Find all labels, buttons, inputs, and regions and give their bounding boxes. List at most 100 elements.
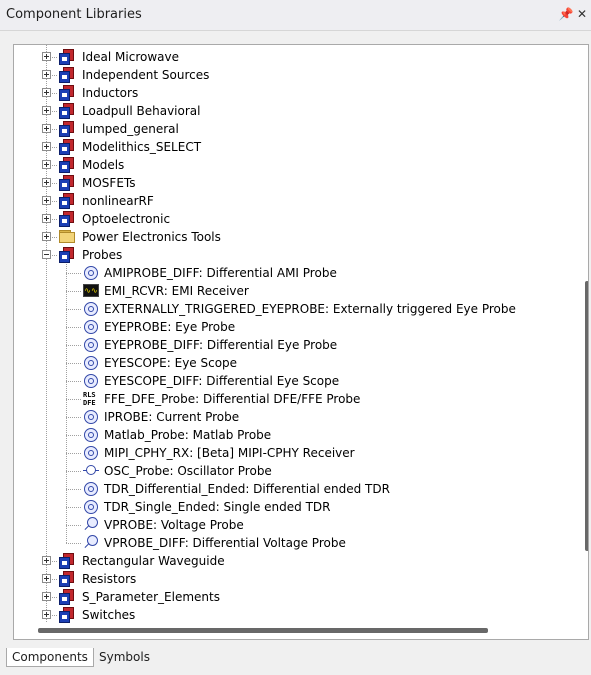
tree-node[interactable]: Inductors <box>14 84 579 102</box>
expand-toggle[interactable] <box>42 160 51 169</box>
tree-leaf-label: FFE_DFE_Probe: Differential DFE/FFE Prob… <box>104 392 361 406</box>
tree-node[interactable]: Models <box>14 156 579 174</box>
dfe-probe-icon: RLS DFE <box>83 391 96 407</box>
oscillator-probe-icon <box>83 463 99 479</box>
tree-node[interactable]: Ideal Microwave <box>14 48 579 66</box>
probe-icon <box>83 427 99 443</box>
tree-leaf[interactable]: EYEPROBE_DIFF: Differential Eye Probe <box>14 336 579 354</box>
tree-node[interactable]: Optoelectronic <box>14 210 579 228</box>
tab-components[interactable]: Components <box>6 648 94 667</box>
tree-leaf[interactable]: TDR_Single_Ended: Single ended TDR <box>14 498 579 516</box>
expand-toggle[interactable] <box>42 610 51 619</box>
tree-leaf[interactable]: AMIPROBE_DIFF: Differential AMI Probe <box>14 264 579 282</box>
probe-icon <box>83 373 99 389</box>
tree-node-label: Inductors <box>82 86 139 100</box>
expand-toggle[interactable] <box>42 574 51 583</box>
expand-toggle[interactable] <box>42 70 51 79</box>
tree-leaf[interactable]: ∿∿ EMI_RCVR: EMI Receiver <box>14 282 579 300</box>
library-icon <box>59 193 75 209</box>
probe-icon <box>83 445 99 461</box>
tree-node-label: Switches <box>82 608 136 622</box>
tree-leaf[interactable]: MIPI_CPHY_RX: [Beta] MIPI-CPHY Receiver <box>14 444 579 462</box>
expand-toggle[interactable] <box>42 232 51 241</box>
probe-icon <box>83 319 99 335</box>
expand-toggle[interactable] <box>42 178 51 187</box>
tree-leaf[interactable]: EXTERNALLY_TRIGGERED_EYEPROBE: Externall… <box>14 300 579 318</box>
expand-toggle[interactable] <box>42 592 51 601</box>
tree-node-label: Loadpull Behavioral <box>82 104 201 118</box>
vertical-scrollbar-thumb[interactable] <box>585 281 588 551</box>
tree-node-label: S_Parameter_Elements <box>82 590 220 604</box>
folder-icon <box>59 230 75 243</box>
tree-leaf[interactable]: TDR_Differential_Ended: Differential end… <box>14 480 579 498</box>
probe-icon <box>83 265 99 281</box>
voltage-probe-icon <box>83 535 99 551</box>
tree-leaf[interactable]: EYESCOPE_DIFF: Differential Eye Scope <box>14 372 579 390</box>
tree-node[interactable]: Probes <box>14 246 579 264</box>
tree-leaf-label: MIPI_CPHY_RX: [Beta] MIPI-CPHY Receiver <box>104 446 355 460</box>
library-icon <box>59 85 75 101</box>
probe-icon <box>83 409 99 425</box>
library-icon <box>59 103 75 119</box>
tree-leaf-label: EXTERNALLY_TRIGGERED_EYEPROBE: Externall… <box>104 302 516 316</box>
tree-node[interactable]: Loadpull Behavioral <box>14 102 579 120</box>
tree-leaf[interactable]: RLS DFE FFE_DFE_Probe: Differential DFE/FF… <box>14 390 579 408</box>
panel-title: Component Libraries <box>6 7 142 22</box>
probe-icon <box>83 301 99 317</box>
tree-node-label: MOSFETs <box>82 176 136 190</box>
tree-leaf-label: AMIPROBE_DIFF: Differential AMI Probe <box>104 266 337 280</box>
tree-leaf[interactable]: EYESCOPE: Eye Scope <box>14 354 579 372</box>
tree-node[interactable]: Power Electronics Tools <box>14 228 579 246</box>
tree-leaf-label: EYEPROBE_DIFF: Differential Eye Probe <box>104 338 338 352</box>
tree-leaf-label: EYESCOPE_DIFF: Differential Eye Scope <box>104 374 340 388</box>
library-icon <box>59 553 75 569</box>
tree-leaf-label: TDR_Differential_Ended: Differential end… <box>104 482 390 496</box>
expand-toggle[interactable] <box>42 556 51 565</box>
horizontal-scrollbar-thumb[interactable] <box>38 628 488 633</box>
tree-leaf-label: VPROBE_DIFF: Differential Voltage Probe <box>104 536 346 550</box>
tree-node-label: Ideal Microwave <box>82 50 179 64</box>
tree-node[interactable]: MOSFETs <box>14 174 579 192</box>
tree-leaf-label: EYEPROBE: Eye Probe <box>104 320 236 334</box>
tree-node[interactable]: Independent Sources <box>14 66 579 84</box>
tree-node[interactable]: Modelithics_SELECT <box>14 138 579 156</box>
tree-leaf[interactable]: IPROBE: Current Probe <box>14 408 579 426</box>
library-icon <box>59 139 75 155</box>
tree-leaf[interactable]: EYEPROBE: Eye Probe <box>14 318 579 336</box>
collapse-toggle[interactable] <box>42 250 51 259</box>
library-icon <box>59 571 75 587</box>
tree-node-label: nonlinearRF <box>82 194 154 208</box>
expand-toggle[interactable] <box>42 124 51 133</box>
library-icon <box>59 67 75 83</box>
pin-icon[interactable]: 📌 <box>558 6 574 22</box>
tree-node-label: Probes <box>82 248 123 262</box>
expand-toggle[interactable] <box>42 88 51 97</box>
expand-toggle[interactable] <box>42 214 51 223</box>
tree-node[interactable]: Rectangular Waveguide <box>14 552 579 570</box>
tree-leaf[interactable]: VPROBE: Voltage Probe <box>14 516 579 534</box>
tree-leaf[interactable]: VPROBE_DIFF: Differential Voltage Probe <box>14 534 579 552</box>
expand-toggle[interactable] <box>42 196 51 205</box>
expand-toggle[interactable] <box>42 106 51 115</box>
tree-node-label: Models <box>82 158 125 172</box>
probe-icon <box>83 355 99 371</box>
close-icon[interactable]: ✕ <box>574 6 590 22</box>
tree-node-label: Resistors <box>82 572 137 586</box>
tree-node-label: Rectangular Waveguide <box>82 554 225 568</box>
tree-leaf-label: TDR_Single_Ended: Single ended TDR <box>104 500 331 514</box>
tree-node[interactable]: nonlinearRF <box>14 192 579 210</box>
tree-node[interactable]: lumped_general <box>14 120 579 138</box>
tree-leaf-label: OSC_Probe: Oscillator Probe <box>104 464 272 478</box>
tree-node[interactable]: Resistors <box>14 570 579 588</box>
horizontal-scrollbar[interactable] <box>14 623 588 639</box>
tree-leaf[interactable]: Matlab_Probe: Matlab Probe <box>14 426 579 444</box>
tree-leaf[interactable]: OSC_Probe: Oscillator Probe <box>14 462 579 480</box>
tree-node[interactable]: S_Parameter_Elements <box>14 588 579 606</box>
expand-toggle[interactable] <box>42 52 51 61</box>
vertical-scrollbar[interactable] <box>584 45 588 625</box>
tree-node[interactable]: Switches <box>14 606 579 624</box>
tree-node-label: Independent Sources <box>82 68 210 82</box>
expand-toggle[interactable] <box>42 142 51 151</box>
tab-symbols[interactable]: Symbols <box>94 648 155 666</box>
component-tree[interactable]: Ideal Microwave Independent Sources Induct… <box>13 44 589 640</box>
